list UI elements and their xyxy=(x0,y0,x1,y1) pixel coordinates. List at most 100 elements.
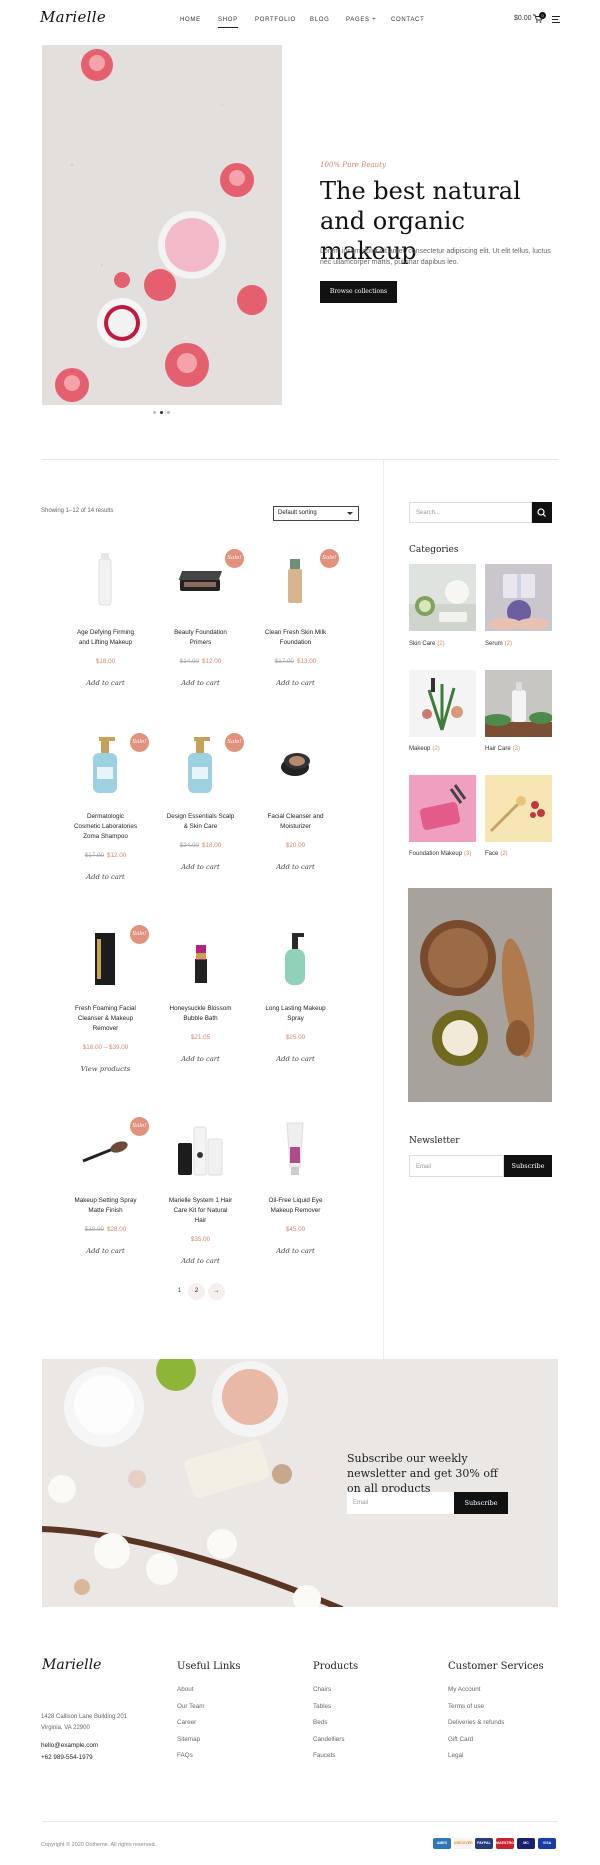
logo[interactable]: Marielle xyxy=(40,8,106,26)
product-name[interactable]: Fresh Foaming Facial xyxy=(58,1004,153,1014)
page-1[interactable]: 1 xyxy=(171,1283,188,1300)
product-name[interactable]: Long Lasting Makeup xyxy=(248,1004,343,1014)
product-name[interactable]: Foundation xyxy=(248,638,343,648)
category-makeup[interactable]: Makeup (2) xyxy=(409,746,440,752)
product-name[interactable]: Cleanser & Makeup xyxy=(58,1014,153,1024)
slider-dot[interactable] xyxy=(167,411,170,414)
footer-link[interactable]: Beds xyxy=(313,1719,327,1726)
menu-icon[interactable] xyxy=(552,16,560,25)
category-image-serum[interactable] xyxy=(485,564,552,631)
search-button[interactable] xyxy=(532,502,552,523)
sidebar-banner-image[interactable] xyxy=(408,888,552,1102)
category-image-face[interactable] xyxy=(485,775,552,842)
product-name[interactable]: Matte Finish xyxy=(58,1206,153,1216)
category-serum[interactable]: Serum (2) xyxy=(485,641,512,647)
footer-link[interactable]: My Account xyxy=(448,1686,481,1693)
footer-link[interactable]: Sitemap xyxy=(177,1736,200,1743)
nav-home[interactable]: HOME xyxy=(180,17,201,23)
footer-link[interactable]: Faucets xyxy=(313,1752,335,1759)
product-image[interactable] xyxy=(168,549,232,613)
product-name[interactable]: Facial Cleanser and xyxy=(248,812,343,822)
add-to-cart-link[interactable]: Add to cart xyxy=(248,863,343,871)
product-name[interactable]: Honeysuckle Blossom xyxy=(153,1004,248,1014)
footer-link[interactable]: Chairs xyxy=(313,1686,331,1693)
page-2[interactable]: 2 xyxy=(188,1283,205,1300)
product-name[interactable]: Beauty Foundation xyxy=(153,628,248,638)
footer-link[interactable]: Career xyxy=(177,1719,196,1726)
product-image[interactable] xyxy=(73,733,137,797)
product-image[interactable] xyxy=(263,549,327,613)
nav-contact[interactable]: CONTACT xyxy=(391,17,424,23)
search-input[interactable]: Search... xyxy=(409,502,532,523)
product-name[interactable]: Primers xyxy=(153,638,248,648)
product-image[interactable] xyxy=(168,733,232,797)
product-name[interactable]: Clean Fresh Skin Milk xyxy=(248,628,343,638)
product-name[interactable]: and Lifting Makeup xyxy=(58,638,153,648)
category-image-hair-care[interactable] xyxy=(483,670,553,737)
nav-portfolio[interactable]: PORTFOLIO xyxy=(255,17,296,23)
product-name[interactable]: Dermatologic xyxy=(58,812,153,822)
footer-link[interactable]: Candelliers xyxy=(313,1736,345,1743)
product-name[interactable]: Cosmetic Laboratories xyxy=(58,822,153,832)
category-image-foundation-makeup[interactable] xyxy=(409,775,476,842)
sidebar-subscribe-button[interactable]: Subscribe xyxy=(504,1155,552,1177)
product-image[interactable] xyxy=(263,925,327,989)
product-name[interactable]: Spray xyxy=(248,1014,343,1024)
category-face[interactable]: Face (2) xyxy=(485,851,508,857)
footer-link[interactable]: Our Team xyxy=(177,1703,205,1710)
add-to-cart-link[interactable]: Add to cart xyxy=(248,1247,343,1255)
add-to-cart-link[interactable]: Add to cart xyxy=(248,1055,343,1063)
product-image[interactable] xyxy=(263,1117,327,1181)
product-name[interactable]: Hair xyxy=(153,1216,248,1226)
add-to-cart-link[interactable]: Add to cart xyxy=(58,873,153,881)
add-to-cart-link[interactable]: Add to cart xyxy=(153,1055,248,1063)
nav-pages[interactable]: PAGES + xyxy=(346,17,376,23)
product-image[interactable] xyxy=(73,549,137,613)
add-to-cart-link[interactable]: Add to cart xyxy=(58,679,153,687)
nav-blog[interactable]: BLOG xyxy=(310,17,329,23)
nav-shop[interactable]: SHOP xyxy=(218,17,238,28)
footer-link[interactable]: Deliveries & refunds xyxy=(448,1719,504,1726)
footer-link[interactable]: Tables xyxy=(313,1703,331,1710)
product-image[interactable] xyxy=(263,733,327,797)
add-to-cart-link[interactable]: View products xyxy=(58,1065,153,1073)
product-name[interactable]: Zoma Shampoo xyxy=(58,832,153,842)
product-image[interactable] xyxy=(73,925,137,989)
slider-dot[interactable] xyxy=(153,411,156,414)
product-image[interactable] xyxy=(73,1117,137,1181)
footer-logo[interactable]: Marielle xyxy=(42,1657,101,1673)
sidebar-email-input[interactable]: Email xyxy=(409,1155,504,1177)
sorting-select[interactable]: Default sorting xyxy=(273,506,359,521)
subscribe-email-input[interactable]: Email xyxy=(347,1492,454,1514)
cart-total[interactable]: $0.00 xyxy=(514,15,532,22)
footer-link[interactable]: Legal xyxy=(448,1752,463,1759)
product-name[interactable]: Makeup Setting Spray xyxy=(58,1196,153,1206)
product-name[interactable]: Remover xyxy=(58,1024,153,1034)
product-name[interactable]: Makeup Remover xyxy=(248,1206,343,1216)
product-name[interactable]: Age Defying Firming xyxy=(58,628,153,638)
add-to-cart-link[interactable]: Add to cart xyxy=(153,1257,248,1265)
footer-link[interactable]: Terms of use xyxy=(448,1703,484,1710)
product-name[interactable]: Oil-Free Liquid Eye xyxy=(248,1196,343,1206)
footer-email[interactable]: hello@example.com xyxy=(41,1742,98,1749)
subscribe-button[interactable]: Subscribe xyxy=(454,1492,508,1514)
category-hair-care[interactable]: Hair Care (3) xyxy=(485,746,520,752)
footer-phone[interactable]: +62 989-554-1979 xyxy=(41,1754,93,1761)
browse-collections-button[interactable]: Browse collections xyxy=(320,281,397,303)
add-to-cart-link[interactable]: Add to cart xyxy=(58,1247,153,1255)
product-name[interactable]: Marielle System 1 Hair xyxy=(153,1196,248,1206)
category-foundation-makeup[interactable]: Foundation Makeup (3) xyxy=(409,851,471,857)
category-image-skin-care[interactable] xyxy=(409,564,476,631)
product-name[interactable]: & Skin Care xyxy=(153,822,248,832)
add-to-cart-link[interactable]: Add to cart xyxy=(153,679,248,687)
add-to-cart-link[interactable]: Add to cart xyxy=(248,679,343,687)
slider-dot-active[interactable] xyxy=(160,411,163,414)
product-image[interactable] xyxy=(168,1117,232,1181)
add-to-cart-link[interactable]: Add to cart xyxy=(153,863,248,871)
product-name[interactable]: Care Kit for Natural xyxy=(153,1206,248,1216)
next-page-arrow[interactable]: → xyxy=(208,1283,225,1300)
footer-link[interactable]: Gift Card xyxy=(448,1736,473,1743)
category-image-makeup[interactable] xyxy=(409,670,476,737)
footer-link[interactable]: FAQs xyxy=(177,1752,193,1759)
product-name[interactable]: Moisturizer xyxy=(248,822,343,832)
